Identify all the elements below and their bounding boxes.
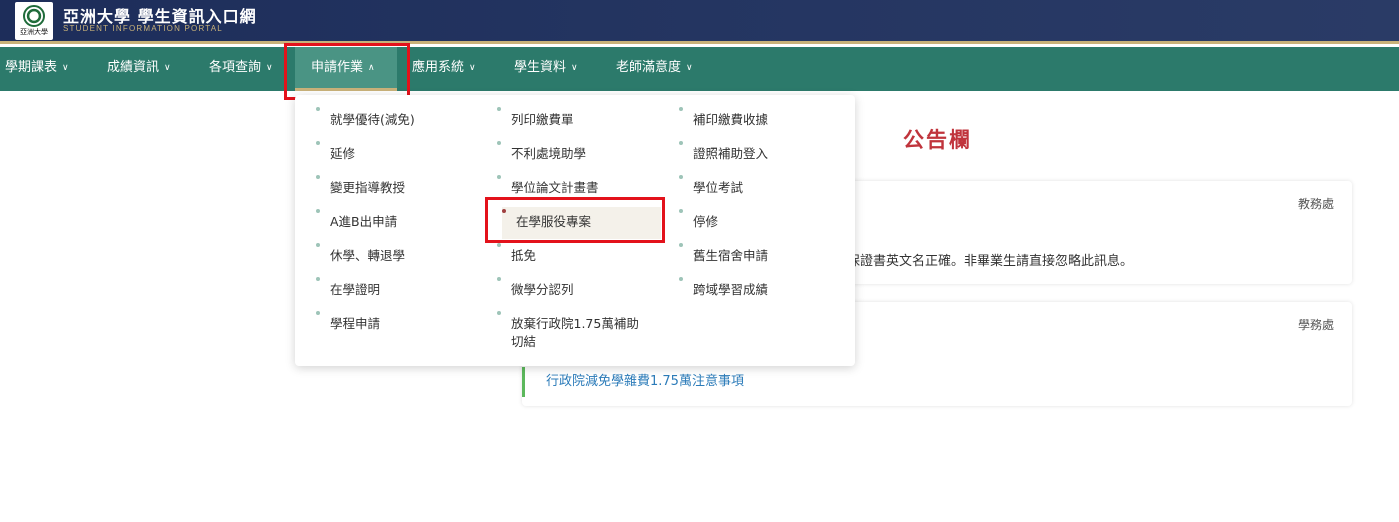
menu-item-degree-exam[interactable]: 學位考試 bbox=[679, 175, 743, 197]
menu-item-extension[interactable]: 延修 bbox=[316, 141, 355, 163]
nav-item-applications[interactable]: 申請作業 ∧ bbox=[295, 47, 397, 91]
menu-item-credit-waiver[interactable]: 抵免 bbox=[497, 243, 536, 265]
bullet-icon bbox=[316, 311, 320, 315]
nav-label: 應用系統 bbox=[412, 60, 465, 75]
bullet-icon bbox=[679, 141, 683, 145]
announcement-text: 保證書英文名正確。非畢業生請直接忽略此訊息。 bbox=[847, 254, 1134, 269]
bullet-icon bbox=[316, 175, 320, 179]
nav-item-grades[interactable]: 成績資訊 ∨ bbox=[107, 47, 171, 91]
bullet-icon bbox=[679, 243, 683, 247]
chevron-down-icon: ∨ bbox=[571, 63, 578, 73]
nav-item-app-systems[interactable]: 應用系統 ∨ bbox=[412, 47, 476, 91]
chevron-up-icon: ∧ bbox=[368, 63, 375, 73]
bullet-icon bbox=[502, 209, 506, 213]
bullet-icon bbox=[316, 209, 320, 213]
chevron-down-icon: ∨ bbox=[62, 63, 69, 73]
portal-subtitle: STUDENT INFORMATION PORTAL bbox=[63, 24, 223, 33]
menu-item-reprint-receipt[interactable]: 補印繳費收據 bbox=[679, 107, 768, 129]
nav-label: 成績資訊 bbox=[107, 60, 160, 75]
bullet-icon bbox=[679, 107, 683, 111]
menu-item-waive-subsidy[interactable]: 放棄行政院1.75萬補助 切結 bbox=[497, 311, 639, 351]
menu-item-micro-credit[interactable]: 微學分認列 bbox=[497, 277, 574, 299]
menu-item-thesis-plan[interactable]: 學位論文計畫書 bbox=[497, 175, 599, 197]
applications-dropdown-menu: 就學優待(減免) 延修 變更指導教授 A進B出申請 休學、轉退學 在學證明 學程… bbox=[295, 95, 855, 366]
menu-item-cross-domain-grades[interactable]: 跨域學習成績 bbox=[679, 277, 768, 299]
chevron-down-icon: ∨ bbox=[686, 63, 693, 73]
nav-label: 老師滿意度 bbox=[616, 60, 682, 75]
bullet-icon bbox=[679, 277, 683, 281]
menu-item-course-withdraw[interactable]: 停修 bbox=[679, 209, 718, 231]
bullet-icon bbox=[316, 277, 320, 281]
nav-label: 各項查詢 bbox=[209, 60, 262, 75]
menu-item-military-service[interactable]: 在學服役專案 bbox=[502, 207, 661, 239]
nav-item-queries[interactable]: 各項查詢 ∨ bbox=[209, 47, 273, 91]
nav-item-teacher-satisfaction[interactable]: 老師滿意度 ∨ bbox=[616, 47, 693, 91]
menu-item-disadvantaged-aid[interactable]: 不利處境助學 bbox=[497, 141, 586, 163]
bullet-icon bbox=[497, 277, 501, 281]
bullet-icon bbox=[679, 175, 683, 179]
chevron-down-icon: ∨ bbox=[164, 63, 171, 73]
menu-item-suspend-withdraw[interactable]: 休學、轉退學 bbox=[316, 243, 405, 265]
university-logo[interactable]: 亞洲大學 bbox=[15, 2, 53, 40]
menu-item-tuition-waiver[interactable]: 就學優待(減免) bbox=[316, 107, 415, 129]
announcement-link[interactable]: 行政院減免學雜費1.75萬注意事項 bbox=[522, 367, 744, 397]
portal-header: 亞洲大學 亞洲大學 學生資訊入口網 STUDENT INFORMATION PO… bbox=[0, 0, 1399, 44]
main-nav: 學期課表 ∨ 成績資訊 ∨ 各項查詢 ∨ 申請作業 ∧ 應用系統 ∨ 學生資料 ∨ 老師滿意… bbox=[0, 47, 1399, 91]
bullet-icon bbox=[497, 141, 501, 145]
bullet-icon bbox=[679, 209, 683, 213]
card-department: 教務處 bbox=[1297, 197, 1334, 211]
bullet-icon bbox=[497, 243, 501, 247]
nav-label: 學期課表 bbox=[5, 60, 58, 75]
bullet-icon bbox=[316, 107, 320, 111]
card-department: 學務處 bbox=[1297, 318, 1334, 332]
chevron-down-icon: ∨ bbox=[266, 63, 273, 73]
bulletin-board-title: 公告欄 bbox=[903, 128, 972, 152]
nav-item-course-schedule[interactable]: 學期課表 ∨ bbox=[5, 47, 69, 91]
bullet-icon bbox=[497, 107, 501, 111]
menu-item-cert-subsidy-login[interactable]: 證照補助登入 bbox=[679, 141, 768, 163]
nav-label: 學生資料 bbox=[514, 60, 567, 75]
logo-text: 亞洲大學 bbox=[20, 28, 48, 36]
university-seal-icon bbox=[23, 5, 45, 27]
menu-item-change-advisor[interactable]: 變更指導教授 bbox=[316, 175, 405, 197]
menu-item-a-in-b-out[interactable]: A進B出申請 bbox=[316, 209, 397, 231]
bullet-icon bbox=[316, 141, 320, 145]
chevron-down-icon: ∨ bbox=[469, 63, 476, 73]
bullet-icon bbox=[497, 175, 501, 179]
nav-item-student-info[interactable]: 學生資料 ∨ bbox=[514, 47, 578, 91]
menu-item-dorm-apply[interactable]: 舊生宿舍申請 bbox=[679, 243, 768, 265]
menu-item-program-apply[interactable]: 學程申請 bbox=[316, 311, 380, 333]
nav-label: 申請作業 bbox=[311, 60, 364, 75]
menu-item-enrollment-cert[interactable]: 在學證明 bbox=[316, 277, 380, 299]
bullet-icon bbox=[497, 311, 501, 315]
bullet-icon bbox=[316, 243, 320, 247]
menu-item-print-bill[interactable]: 列印繳費單 bbox=[497, 107, 574, 129]
